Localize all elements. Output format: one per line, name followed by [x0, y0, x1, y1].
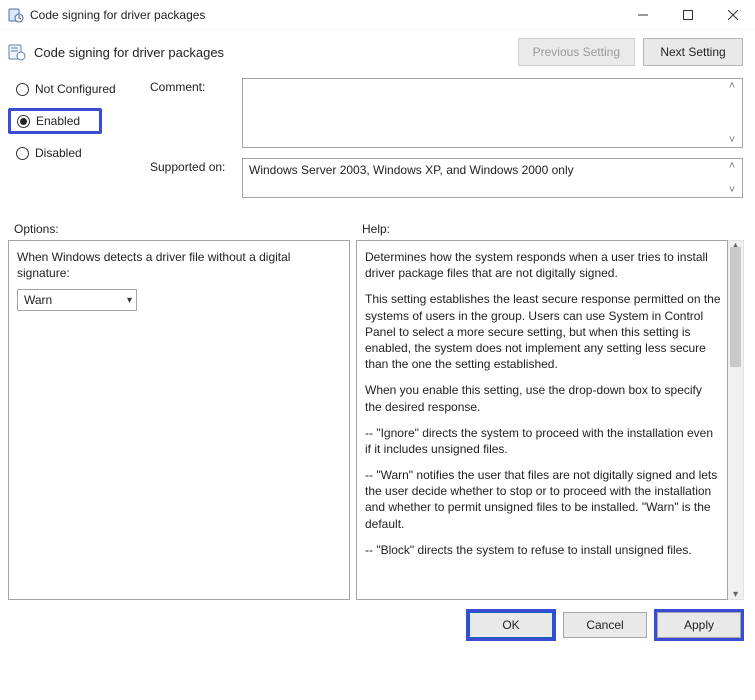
- panels: When Windows detects a driver file witho…: [0, 240, 755, 600]
- previous-setting-button[interactable]: Previous Setting: [518, 38, 635, 66]
- scroll-thumb[interactable]: [730, 247, 741, 367]
- window-controls: [620, 0, 755, 30]
- top-fields: Comment: ˄ ˅ Supported on: Windows Serve…: [150, 78, 743, 208]
- help-paragraph: Determines how the system responds when …: [365, 249, 721, 281]
- scroll-down-icon[interactable]: ▾: [728, 589, 743, 600]
- help-paragraph: -- "Block" directs the system to refuse …: [365, 542, 721, 558]
- radio-icon: [17, 115, 30, 128]
- radio-icon: [16, 83, 29, 96]
- minimize-button[interactable]: [620, 0, 665, 30]
- chevron-down-icon: ▾: [127, 295, 132, 306]
- scroll-down-icon[interactable]: ˅: [725, 135, 739, 145]
- section-labels: Options: Help:: [0, 216, 755, 240]
- cancel-button[interactable]: Cancel: [563, 612, 647, 638]
- help-panel: Determines how the system responds when …: [356, 240, 728, 600]
- page-title: Code signing for driver packages: [34, 45, 510, 60]
- app-icon: [8, 7, 24, 23]
- comment-input[interactable]: ˄ ˅: [242, 78, 743, 148]
- header: Code signing for driver packages Previou…: [0, 30, 755, 78]
- radio-label: Disabled: [35, 146, 82, 160]
- ok-button[interactable]: OK: [469, 612, 553, 638]
- radio-not-configured[interactable]: Not Configured: [12, 80, 150, 98]
- next-setting-button[interactable]: Next Setting: [643, 38, 743, 66]
- radio-label: Not Configured: [35, 82, 116, 96]
- apply-button[interactable]: Apply: [657, 612, 741, 638]
- window-title: Code signing for driver packages: [30, 8, 620, 22]
- scroll-down-icon[interactable]: ˅: [725, 185, 739, 195]
- supported-label: Supported on:: [150, 158, 242, 198]
- maximize-button[interactable]: [665, 0, 710, 30]
- help-paragraph: -- "Ignore" directs the system to procee…: [365, 425, 721, 457]
- help-paragraph: This setting establishes the least secur…: [365, 291, 721, 372]
- scroll-up-icon[interactable]: ˄: [725, 161, 739, 171]
- help-panel-wrap: Determines how the system responds when …: [356, 240, 744, 600]
- policy-icon: [8, 43, 26, 61]
- options-panel: When Windows detects a driver file witho…: [8, 240, 350, 600]
- options-heading: Options:: [14, 222, 362, 236]
- radio-label: Enabled: [36, 114, 80, 128]
- radio-disabled[interactable]: Disabled: [12, 144, 150, 162]
- radio-enabled[interactable]: Enabled: [8, 108, 102, 134]
- supported-value: Windows Server 2003, Windows XP, and Win…: [249, 163, 574, 177]
- comment-label: Comment:: [150, 78, 242, 148]
- supported-on-field: Windows Server 2003, Windows XP, and Win…: [242, 158, 743, 198]
- titlebar: Code signing for driver packages: [0, 0, 755, 30]
- help-paragraph: When you enable this setting, use the dr…: [365, 382, 721, 414]
- help-heading: Help:: [362, 222, 390, 236]
- state-radio-group: Not Configured Enabled Disabled: [12, 78, 150, 208]
- radio-icon: [16, 147, 29, 160]
- help-scrollbar[interactable]: ▴ ▾: [728, 240, 744, 600]
- signature-action-select[interactable]: Warn ▾: [17, 289, 137, 311]
- scroll-up-icon[interactable]: ˄: [725, 81, 739, 91]
- top-section: Not Configured Enabled Disabled Comment:…: [0, 78, 755, 216]
- options-detect-label: When Windows detects a driver file witho…: [17, 249, 341, 281]
- dialog-footer: OK Cancel Apply: [0, 600, 755, 638]
- help-paragraph: -- "Warn" notifies the user that files a…: [365, 467, 721, 532]
- close-button[interactable]: [710, 0, 755, 30]
- select-value: Warn: [24, 293, 52, 307]
